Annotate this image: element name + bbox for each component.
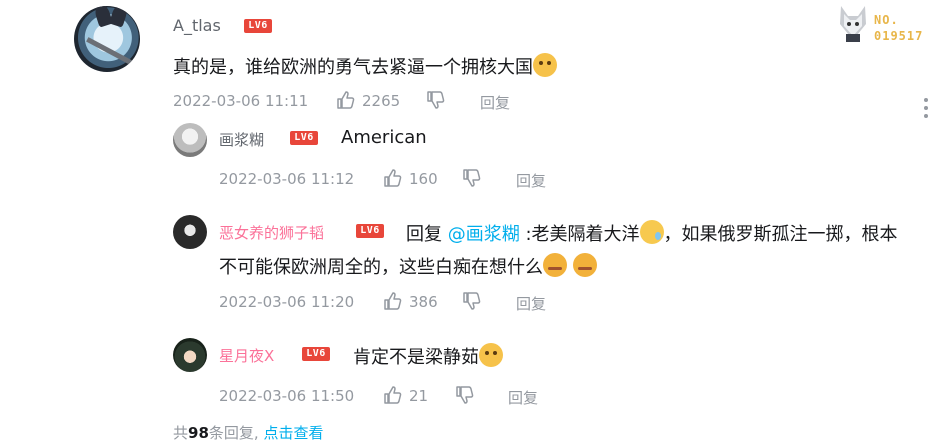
level-badge: LV6 [302,347,330,361]
level-badge: LV6 [290,131,318,145]
avatar-ear-right [108,6,130,28]
fan-badge-avatar [836,4,870,42]
thumbs-up-icon[interactable] [383,168,403,188]
annoyed-emoji-icon [543,253,567,277]
reply-button[interactable]: 回复 [480,92,510,113]
dog-emoji-icon [479,343,503,367]
reply-date: 2022-03-06 11:12 [219,170,355,188]
thumbs-down-icon[interactable] [462,291,482,311]
reply-button[interactable]: 回复 [508,387,538,408]
reply-button[interactable]: 回复 [516,170,546,191]
footer-prefix: 共 [173,424,189,442]
level-badge: LV6 [356,224,384,238]
avatar-decoration [86,37,138,68]
reply-text-line2: 不可能保欧洲周全的，这些白痴在想什么 [219,257,543,278]
thumbs-up-icon[interactable] [383,385,403,405]
mention-link[interactable]: @画浆糊 [448,224,520,245]
like-count: 21 [409,387,429,405]
reply-total-count: 98 [188,424,209,442]
reply-prefix: 回复 [406,224,448,245]
avatar[interactable] [173,123,207,157]
fan-badge-number: 019517 [874,29,924,43]
like-count: 386 [409,293,438,311]
reply-text-line1: :老美隔着大洋 [519,224,640,245]
avatar[interactable] [173,338,207,372]
thumbs-down-icon[interactable] [462,168,482,188]
thumbs-up-icon[interactable] [383,291,403,311]
reply-content-line2: 不可能保欧洲周全的，这些白痴在想什么 [219,253,597,279]
reply-content: American [341,127,427,148]
like-count: 160 [409,170,438,188]
thumbs-down-icon[interactable] [426,90,446,110]
annoyed-emoji-icon [572,253,597,277]
avatar[interactable] [74,6,140,72]
reply-content: 回复 @画浆糊 :老美隔着大洋 ，如果俄罗斯孤注一掷，根本 [406,220,898,246]
username[interactable]: 画浆糊 [219,129,264,150]
thumbs-down-icon[interactable] [455,385,475,405]
username[interactable]: 恶女养的狮子韬 [219,222,324,243]
reply-text-line1b: ，如果俄罗斯孤注一掷，根本 [663,224,898,245]
reply-content: 肯定不是梁静茹 [353,343,503,369]
username[interactable]: 星月夜X [219,345,274,366]
username[interactable]: A_tlas [173,16,221,35]
crying-emoji-icon [639,220,664,244]
level-badge: LV6 [244,19,272,33]
thumbs-up-icon[interactable] [336,90,356,110]
footer-suffix: 条回复, [208,424,259,442]
cat-emoji-icon [533,53,557,77]
more-vertical-icon[interactable] [924,98,928,122]
comment-date: 2022-03-06 11:11 [173,92,309,110]
like-count: 2265 [362,92,401,110]
comment-text: 真的是，谁给欧洲的勇气去紧逼一个拥核大国 [173,57,533,78]
reply-date: 2022-03-06 11:20 [219,293,355,311]
fan-badge-no-label: NO. [874,13,899,27]
reply-button[interactable]: 回复 [516,293,546,314]
reply-date: 2022-03-06 11:50 [219,387,355,405]
comment-content: 真的是，谁给欧洲的勇气去紧逼一个拥核大国 [173,53,557,79]
view-more-link[interactable]: 点击查看 [263,424,323,442]
reply-text: 肯定不是梁静茹 [353,347,479,368]
avatar[interactable] [173,215,207,249]
